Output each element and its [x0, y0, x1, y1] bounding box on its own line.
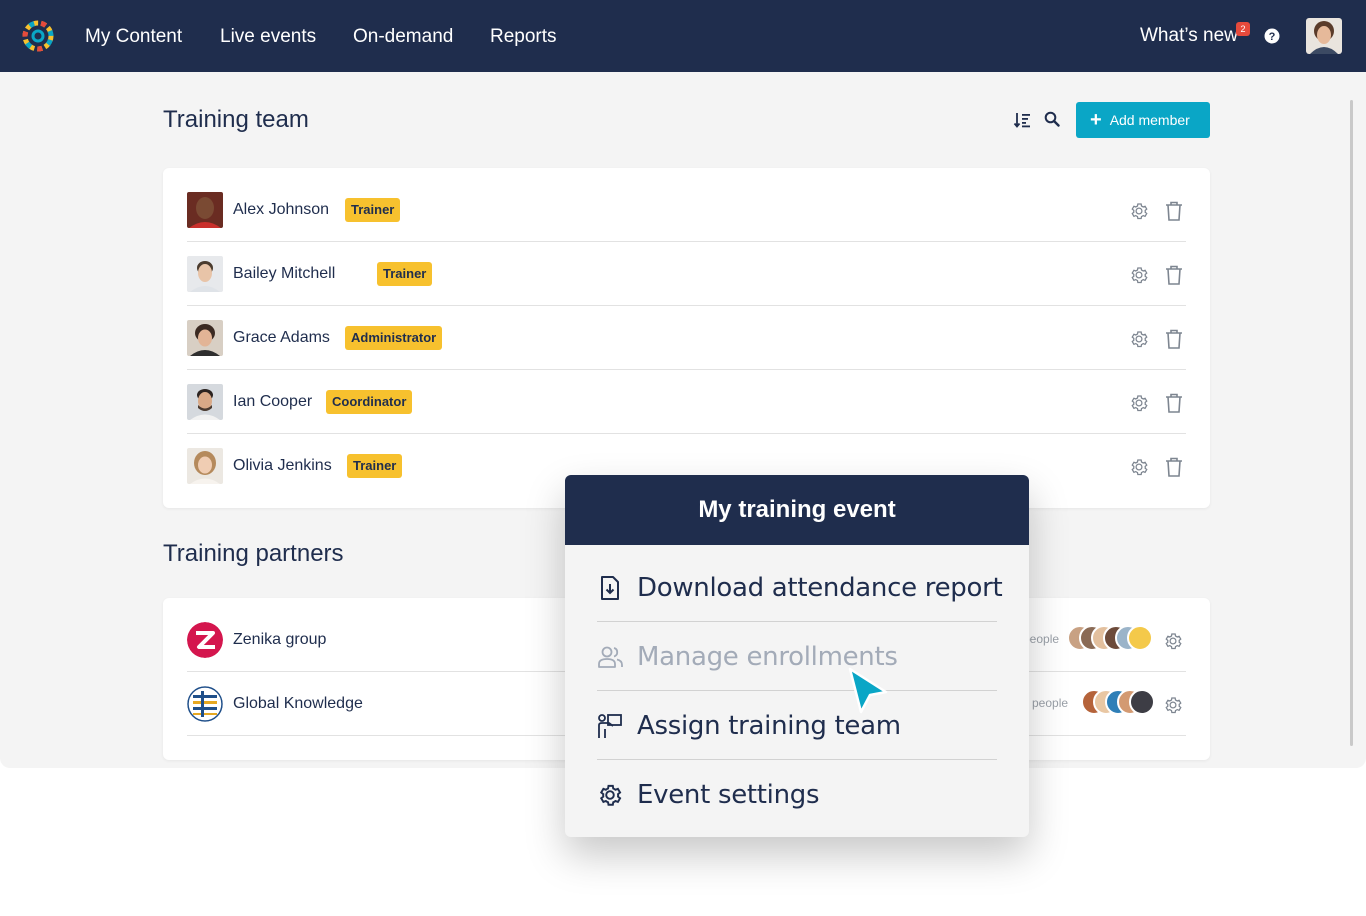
global-knowledge-logo-icon	[187, 686, 223, 722]
member-photo-icon	[187, 448, 223, 484]
menu-item-download-attendance-report[interactable]: Download attendance report	[597, 553, 1003, 622]
users-icon	[598, 646, 623, 668]
member-name: Alex Johnson	[233, 201, 330, 218]
user-avatar[interactable]	[1306, 18, 1342, 54]
svg-text:?: ?	[1269, 31, 1276, 43]
search-icon[interactable]	[1044, 111, 1060, 127]
role-badge: Administrator	[345, 326, 443, 350]
member-avatar	[187, 192, 223, 228]
role-badge: Trainer	[347, 454, 403, 478]
event-actions-menu: My training event Download attendance re…	[565, 475, 1029, 837]
notification-badge: 2	[1236, 22, 1250, 36]
nav-on-demand[interactable]: On-demand	[353, 26, 453, 48]
download-file-icon	[601, 576, 619, 600]
zenika-logo-icon	[187, 622, 223, 658]
gear-icon[interactable]	[1129, 457, 1149, 477]
member-photo-icon	[187, 256, 223, 292]
partner-name: Zenika group	[233, 631, 327, 648]
team-member-row[interactable]: Alex Johnson Trainer	[187, 178, 1186, 242]
gear-icon[interactable]	[1163, 695, 1183, 715]
menu-item-label: Event settings	[637, 780, 820, 810]
trash-icon[interactable]	[1165, 265, 1183, 285]
page-scrollbar[interactable]	[1350, 100, 1353, 746]
gear-icon[interactable]	[1129, 393, 1149, 413]
team-member-row[interactable]: Grace Adams Administrator	[187, 306, 1186, 370]
menu-item-label: Download attendance report	[637, 573, 1003, 603]
role-badge: Coordinator	[326, 390, 413, 414]
gear-icon[interactable]	[1129, 329, 1149, 349]
top-nav-bar: My Content Live events On-demand Reports…	[0, 0, 1366, 72]
member-name: Ian Cooper	[233, 393, 313, 410]
add-member-button[interactable]: + Add member	[1076, 102, 1210, 138]
menu-item-event-settings[interactable]: Event settings	[597, 760, 997, 829]
mouse-cursor-icon	[848, 667, 888, 714]
nav-live-events[interactable]: Live events	[220, 26, 316, 48]
role-badge: Trainer	[345, 198, 401, 222]
sort-icon[interactable]	[1013, 111, 1031, 129]
menu-item-manage-enrollments[interactable]: Manage enrollments	[597, 622, 997, 691]
trash-icon[interactable]	[1165, 329, 1183, 349]
member-avatar	[187, 384, 223, 420]
app-logo-icon[interactable]	[22, 20, 54, 52]
partner-people-avatars	[1081, 689, 1155, 715]
nav-reports[interactable]: Reports	[490, 26, 557, 48]
plus-icon: +	[1090, 109, 1102, 131]
team-member-row[interactable]: Ian Cooper Coordinator	[187, 370, 1186, 434]
partner-name: Global Knowledge	[233, 695, 363, 712]
add-member-label: Add member	[1109, 112, 1190, 128]
people-count-label: people	[1032, 696, 1069, 710]
menu-item-assign-training-team[interactable]: Assign training team	[597, 691, 997, 760]
whats-new-link[interactable]: What’s new	[1140, 25, 1238, 47]
partner-people-avatars	[1067, 625, 1153, 651]
member-avatar	[187, 256, 223, 292]
member-avatar	[187, 448, 223, 484]
gear-icon	[599, 784, 622, 806]
member-photo-icon	[187, 384, 223, 420]
member-photo-icon	[187, 320, 223, 356]
user-avatar-image-icon	[1306, 18, 1342, 54]
member-name: Bailey Mitchell	[233, 265, 336, 282]
gear-icon[interactable]	[1163, 631, 1183, 651]
training-team-title: Training team	[163, 106, 309, 133]
member-photo-icon	[187, 192, 223, 228]
team-member-row[interactable]: Bailey Mitchell Trainer	[187, 242, 1186, 306]
training-partners-title: Training partners	[163, 540, 344, 567]
trash-icon[interactable]	[1165, 457, 1183, 477]
member-name: Olivia Jenkins	[233, 457, 332, 474]
member-avatar	[187, 320, 223, 356]
role-badge: Trainer	[377, 262, 433, 286]
trash-icon[interactable]	[1165, 393, 1183, 413]
help-icon[interactable]: ?	[1264, 28, 1280, 44]
menu-title: My training event	[565, 475, 1029, 545]
gear-icon[interactable]	[1129, 265, 1149, 285]
trash-icon[interactable]	[1165, 201, 1183, 221]
member-name: Grace Adams	[233, 329, 330, 346]
training-team-card: Alex Johnson Trainer Bailey Mitchell Tra…	[163, 168, 1210, 508]
nav-my-content[interactable]: My Content	[85, 26, 182, 48]
gear-icon[interactable]	[1129, 201, 1149, 221]
presenter-icon	[598, 714, 622, 738]
